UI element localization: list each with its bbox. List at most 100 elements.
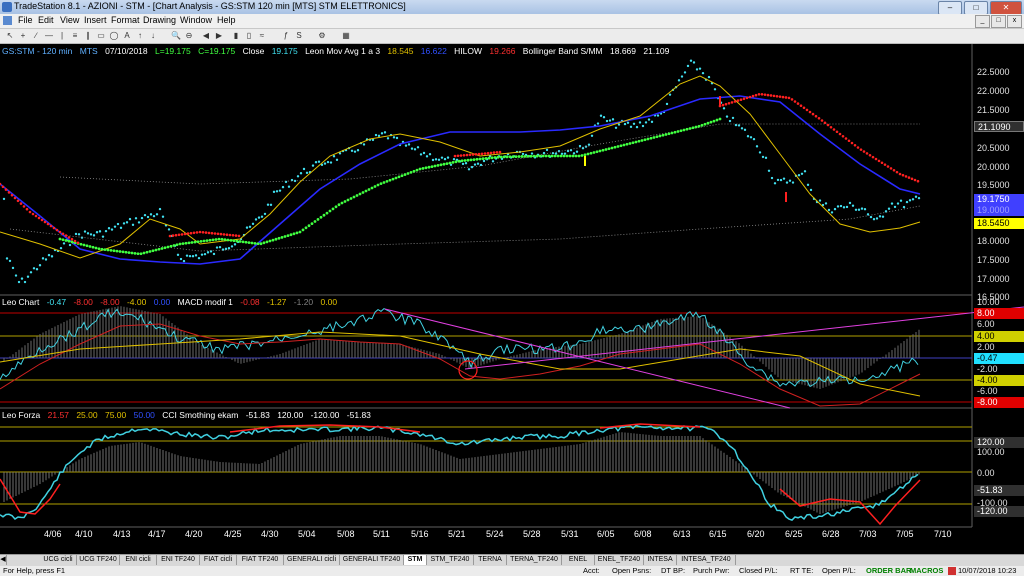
status-macros[interactable]: MACROS: [910, 566, 943, 576]
tab-terna[interactable]: TERNA: [474, 555, 507, 565]
text-icon[interactable]: A: [121, 30, 133, 41]
tab-generali-tf240[interactable]: GENERALI TF240: [340, 555, 404, 565]
tab-ucg-tf240[interactable]: UCG TF240: [77, 555, 120, 565]
ellipse-icon[interactable]: ◯: [108, 30, 120, 41]
sar-dot: [76, 241, 80, 245]
crosshair-icon[interactable]: +: [17, 30, 29, 41]
tab-fiat-tf240[interactable]: FIAT TF240: [237, 555, 284, 565]
tab-fiat-cicli[interactable]: FIAT cicli: [200, 555, 237, 565]
vline-icon[interactable]: |: [56, 30, 68, 41]
sar-dot: [483, 152, 487, 155]
tab-intesa-tf240[interactable]: INTESA_TF240: [677, 555, 736, 565]
format-icon[interactable]: ⚙: [316, 30, 328, 41]
sar-dot: [802, 106, 806, 110]
price-dot: [854, 208, 858, 212]
sar-dot: [4, 188, 8, 191]
zoom-in-icon[interactable]: 🔍: [170, 30, 182, 41]
price-dot: [479, 163, 483, 167]
document-icon[interactable]: [3, 16, 12, 25]
scroll-left-icon[interactable]: ◀: [200, 30, 212, 41]
price-dot: [665, 102, 669, 106]
tab-ucg-cicli[interactable]: UCG cicli: [40, 555, 77, 565]
price-dot: [356, 149, 360, 152]
price-dot: [692, 61, 696, 64]
ma-green-dot: [274, 237, 278, 241]
scroll-right-icon[interactable]: ▶: [213, 30, 225, 41]
price-dot: [161, 215, 165, 218]
tab-intesa[interactable]: INTESA: [644, 555, 677, 565]
sar-dot: [25, 207, 29, 211]
ma-green-dot: [202, 239, 206, 243]
sar-dot: [46, 222, 50, 226]
ma-green-dot: [115, 249, 119, 253]
insert-strategy-icon[interactable]: S: [293, 30, 305, 41]
trendline-icon[interactable]: ∕: [30, 30, 42, 41]
ma-green-dot: [172, 244, 176, 247]
ma-green-dot: [472, 158, 476, 161]
price-dot: [143, 213, 147, 217]
tab-eni-tf240[interactable]: ENI TF240: [157, 555, 200, 565]
ma-green-dot: [568, 154, 572, 158]
ma-green-dot: [613, 145, 617, 149]
menu-drawing[interactable]: Drawing: [143, 15, 176, 25]
insert-indicator-icon[interactable]: ƒ: [280, 30, 292, 41]
tab-enel[interactable]: ENEL: [562, 555, 595, 565]
menu-help[interactable]: Help: [217, 15, 236, 25]
ma-green-dot: [94, 246, 98, 250]
menu-insert[interactable]: Insert: [84, 15, 107, 25]
tab-stm[interactable]: STM: [404, 555, 427, 565]
price-dot: [836, 205, 840, 208]
minimize-button[interactable]: –: [938, 1, 962, 15]
sar-dot: [67, 236, 71, 239]
tab-enel-tf240[interactable]: ENEL_TF240: [595, 555, 644, 565]
menu-view[interactable]: View: [60, 15, 79, 25]
mdi-minimize-button[interactable]: _: [975, 15, 990, 28]
sar-dot: [495, 151, 499, 154]
pointer-icon[interactable]: ↖: [4, 30, 16, 41]
tab-stm-tf240[interactable]: STM_TF240: [427, 555, 474, 565]
bollinger-lower-line: [9, 205, 921, 252]
tab-scroll-left[interactable]: ◀: [0, 555, 7, 565]
close-button[interactable]: ✕: [990, 1, 1022, 15]
price-dot: [452, 157, 456, 161]
menu-format[interactable]: Format: [111, 15, 140, 25]
chart-canvas[interactable]: [0, 44, 1024, 544]
menu-file[interactable]: File: [18, 15, 33, 25]
bar-chart-icon[interactable]: ▮: [230, 30, 242, 41]
status-order-bar[interactable]: ORDER BAR: [866, 566, 911, 576]
mdi-close-button[interactable]: x: [1007, 15, 1022, 28]
line-chart-icon[interactable]: ≈: [256, 30, 268, 41]
price-dot: [227, 247, 231, 250]
sar-dot: [901, 173, 905, 177]
sar-dot: [910, 177, 914, 181]
price-dot: [845, 205, 849, 209]
arrow-down-icon[interactable]: ↓: [147, 30, 159, 41]
rectangle-icon[interactable]: ▭: [95, 30, 107, 41]
arrow-up-icon[interactable]: ↑: [134, 30, 146, 41]
ma-green-dot: [370, 186, 374, 190]
fib-icon[interactable]: ≡: [69, 30, 81, 41]
hline-icon[interactable]: —: [43, 30, 55, 41]
chart-area[interactable]: GS:STM - 120 min MTS 07/10/2018 L=19.175…: [0, 44, 1024, 544]
menu-edit[interactable]: Edit: [38, 15, 54, 25]
price-axis-label: 20.0000: [977, 162, 1010, 172]
menu-window[interactable]: Window: [180, 15, 212, 25]
ma-green-dot: [364, 189, 368, 193]
sar-dot: [763, 93, 767, 96]
price-dot: [245, 226, 249, 229]
channel-icon[interactable]: ∥: [82, 30, 94, 41]
mdi-restore-button[interactable]: □: [991, 15, 1006, 28]
candle-icon[interactable]: ▯: [243, 30, 255, 41]
sar-dot: [787, 96, 791, 100]
ma-green-dot: [208, 238, 212, 242]
price-dot: [434, 158, 438, 161]
zoom-out-icon[interactable]: ⊖: [183, 30, 195, 41]
tab-generali-cicli[interactable]: GENERALI cicli: [284, 555, 340, 565]
maximize-button[interactable]: □: [964, 1, 988, 15]
sar-dot: [778, 95, 782, 98]
tab-eni-cicli[interactable]: ENI cicli: [120, 555, 157, 565]
price-dot: [206, 251, 210, 254]
tab-terna-tf240[interactable]: TERNA_TF240: [507, 555, 562, 565]
data-window-icon[interactable]: ▦: [340, 30, 352, 41]
ma-green-dot: [313, 220, 317, 223]
